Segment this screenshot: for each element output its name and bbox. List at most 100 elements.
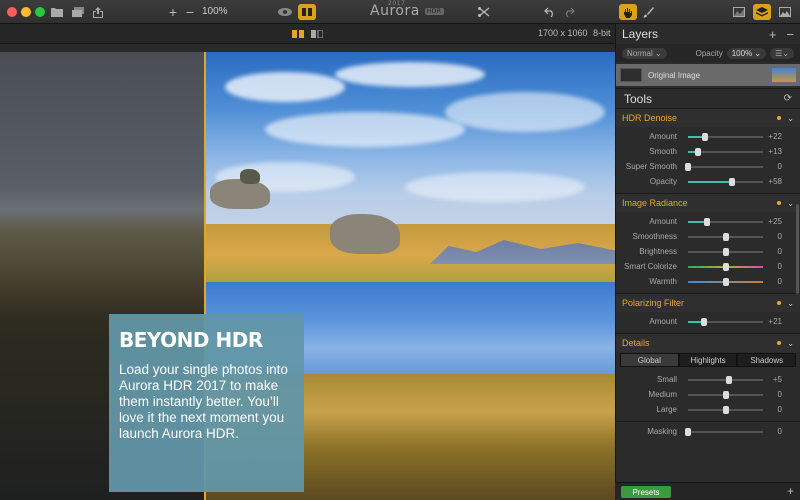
add-preset-button[interactable]: + [787,484,794,498]
tool-section-header[interactable]: Polarizing Filter ⌄ [616,294,800,312]
slider-knob[interactable] [701,133,708,141]
slider-track[interactable] [688,406,763,414]
blend-mode-value: Normal [627,48,653,58]
slider-value: +25 [768,217,782,226]
slider-knob[interactable] [703,218,710,226]
slider-knob[interactable] [722,278,729,286]
slider-track[interactable] [688,263,763,271]
undo-icon[interactable] [543,4,557,20]
tool-section-header[interactable]: Image Radiance ⌄ [616,194,800,212]
section-active-indicator [777,341,782,345]
redo-icon[interactable] [562,4,576,20]
app-title: 2017 Aurora HDR [370,0,444,19]
slider-track[interactable] [688,391,763,399]
slider-knob[interactable] [722,406,729,414]
zoom-window-button[interactable] [35,7,45,17]
slider-track[interactable] [685,163,763,171]
eye-icon[interactable] [277,4,293,20]
histogram-panel-icon[interactable] [731,4,747,20]
chevron-down-icon[interactable]: ⌄ [787,339,794,348]
tools-title: Tools [624,91,653,106]
slider-track[interactable] [688,233,763,241]
image-canvas[interactable]: BEYOND HDR Load your single photos into … [0,44,615,500]
opacity-value: 100% [731,48,753,58]
export-icon[interactable] [92,4,104,20]
layer-menu-icon[interactable]: ☰⌄ [770,47,794,59]
slider-track[interactable] [688,318,763,326]
promo-body: Load your single photos into Aurora HDR … [119,362,288,441]
chevron-down-icon[interactable]: ⌄ [787,114,794,123]
remove-layer-button[interactable]: − [786,27,794,42]
slider-label: Warmth [649,277,677,286]
slider-knob[interactable] [722,248,729,256]
slider-knob[interactable] [694,148,701,156]
slider-row: Amount +21 [616,314,800,329]
slider-track[interactable] [688,178,763,186]
details-tab[interactable]: Global [620,353,679,367]
slider-track[interactable] [688,248,763,256]
slider-knob[interactable] [685,428,691,436]
promo-heading: BEYOND HDR [119,328,263,352]
image-info-icon[interactable] [777,4,793,20]
add-layer-button[interactable]: + [769,27,777,42]
slider-knob[interactable] [726,376,733,384]
tool-section-header[interactable]: HDR Denoise ⌄ [616,109,800,127]
presets-button[interactable]: Presets [621,486,671,498]
slider-row: Amount +22 [616,129,800,144]
batch-icon[interactable] [71,4,85,20]
slider-knob[interactable] [700,318,707,326]
refresh-icon[interactable]: ⟳ [784,93,792,104]
chevron-down-icon[interactable]: ⌄ [787,299,794,308]
layer-row[interactable]: Original Image [616,64,800,86]
chevron-down-icon[interactable]: ⌄ [787,199,794,208]
slider-track[interactable] [685,428,763,436]
slider-track[interactable] [688,278,763,286]
slider-value: +22 [768,132,782,141]
tool-section-title: Polarizing Filter [622,298,685,308]
bit-depth: 8-bit [593,28,611,38]
slider-value: 0 [777,390,782,399]
slider-knob[interactable] [722,391,729,399]
compare-split-icon[interactable] [298,4,316,20]
panel-scrollbar[interactable] [796,204,799,294]
slider-knob[interactable] [722,233,729,241]
title-bar: + − 100% 2017 Aurora HDR [0,0,800,24]
blend-mode-select[interactable]: Normal ⌄ [622,47,667,59]
slider-track[interactable] [688,148,763,156]
slider-row: Large 0 [616,402,800,417]
slider-value: 0 [777,427,782,436]
minimize-window-button[interactable] [21,7,31,17]
slider-value: +5 [772,375,782,384]
slider-knob[interactable] [728,178,735,186]
open-folder-icon[interactable] [50,4,64,20]
slider-row: Masking 0 [616,424,800,439]
slider-value: 0 [777,162,782,171]
processed-sky [205,52,615,242]
hand-tool-icon[interactable] [619,4,637,20]
opacity-select[interactable]: 100% ⌄ [726,47,767,59]
side-by-side-icon[interactable] [310,26,324,42]
close-window-button[interactable] [7,7,17,17]
brush-tool-icon[interactable] [640,4,656,20]
slider-knob[interactable] [685,163,691,171]
slider-label: Smart Colorize [624,262,677,271]
slider-track[interactable] [688,376,763,384]
layer-mask-thumbnail [620,68,642,82]
zoom-in-button[interactable]: + [167,4,179,20]
zoom-level[interactable]: 100% [202,6,228,17]
slider-knob[interactable] [722,263,729,271]
slider-row: Warmth 0 [616,274,800,289]
crop-tools-icon[interactable] [477,4,491,20]
slider-label: Masking [647,427,677,436]
layers-panel-icon[interactable] [753,4,771,20]
details-tab[interactable]: Highlights [678,353,738,367]
image-dimensions: 1700 x 1060 [538,28,588,38]
tool-section-header[interactable]: Details ⌄ [616,334,800,352]
slider-value: 0 [777,262,782,271]
details-tab[interactable]: Shadows [737,353,797,367]
slider-track[interactable] [688,133,763,141]
slider-track[interactable] [688,218,763,226]
split-view-icon[interactable] [291,26,305,42]
slider-label: Brightness [639,247,677,256]
zoom-out-button[interactable]: − [184,4,196,20]
